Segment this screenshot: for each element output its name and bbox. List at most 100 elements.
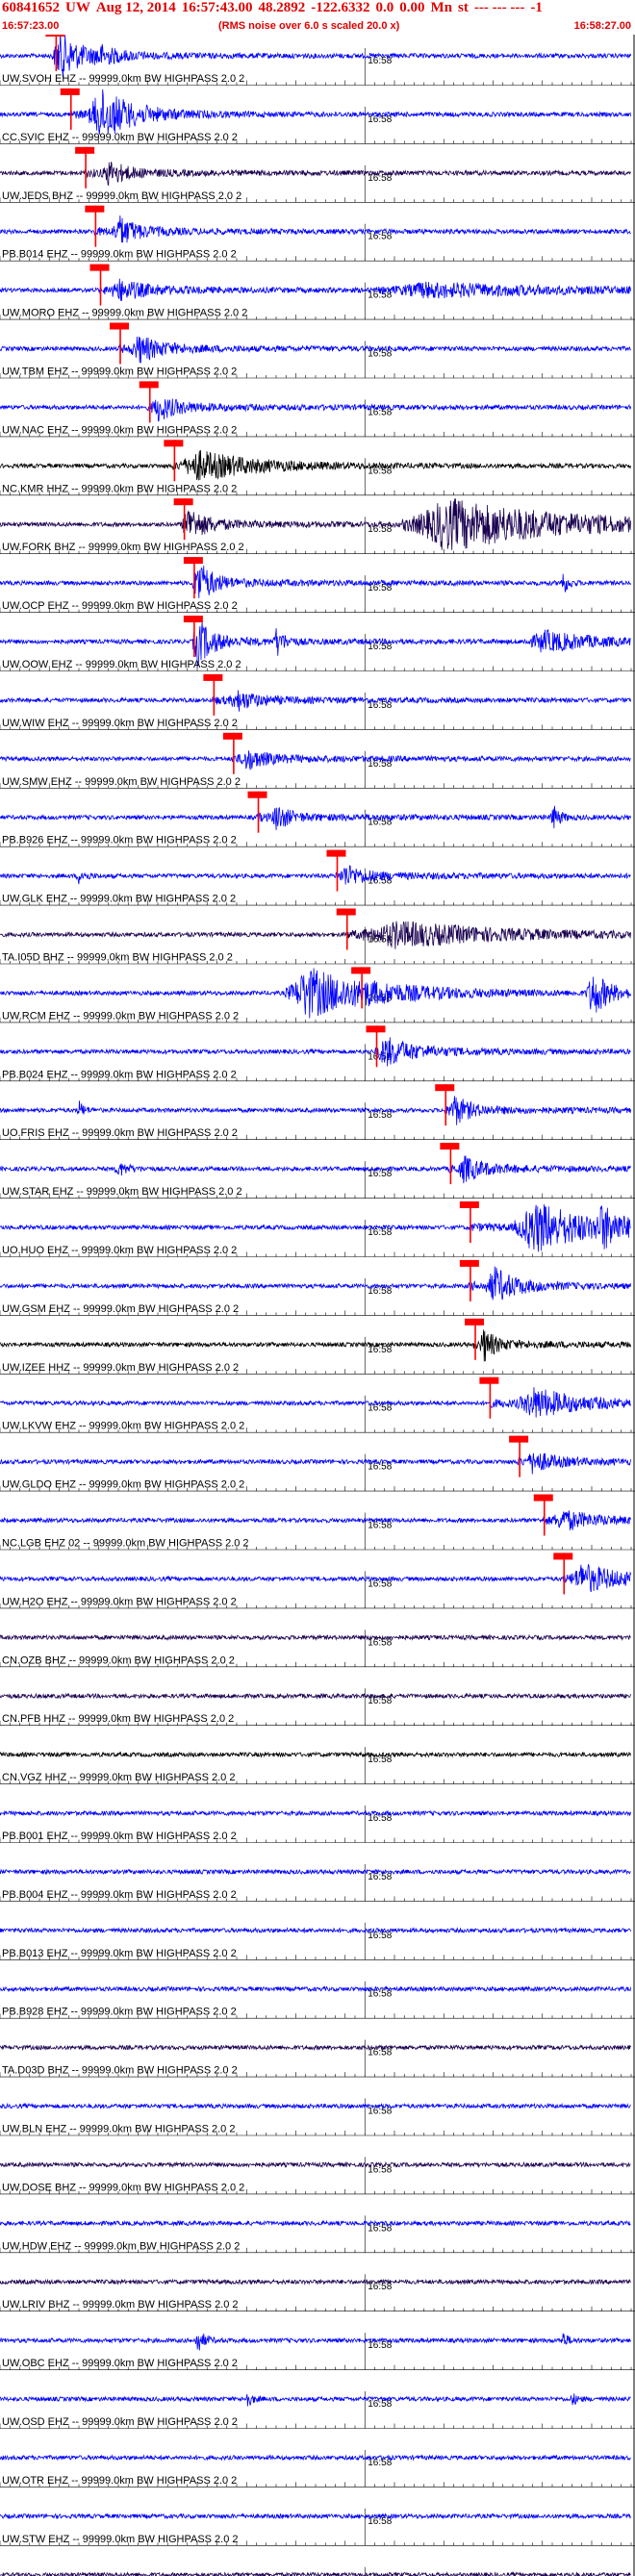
pick-flag <box>326 849 346 857</box>
event-depth: 0.0 <box>375 0 394 15</box>
waveform <box>0 35 631 79</box>
waveform <box>0 750 631 771</box>
time-range-line: 16:57:23.00 (RMS noise over 6.0 s scaled… <box>0 20 635 34</box>
trace-uw-izee-hhz: 16:58 UW.IZEE HHZ -- 99999.0km BW HIGHPAS… <box>0 1318 635 1375</box>
minute-label: 16:58 <box>368 1872 392 1882</box>
trace-uw-stw-ehz: 16:58UW.STW EHZ -- 99999.0km BW HIGHPASS… <box>0 2508 635 2546</box>
trace-uw-obc-ehz: 16:58UW.OBC EHZ -- 99999.0km BW HIGHPASS… <box>0 2333 635 2370</box>
waveform <box>0 1266 631 1301</box>
start-time: 16:57:23.00 <box>2 20 60 32</box>
trace-uw-dose-bhz: 16:58UW.DOSE BHZ -- 99999.0km BW HIGHPAS… <box>0 2157 635 2195</box>
pick-flag <box>435 1084 455 1092</box>
trace-uw-hdw-ehz: 16:58UW.HDW EHZ -- 99999.0km BW HIGHPASS… <box>0 2215 635 2254</box>
waveform <box>0 1809 631 1817</box>
trace-uw-h2o-ehz: 16:58 UW.H2O EHZ -- 99999.0km BW HIGHPASS… <box>0 1553 635 1609</box>
pick-flag <box>164 440 184 447</box>
minute-label: 16:58 <box>368 1227 392 1238</box>
pick-flag <box>203 673 223 681</box>
trace-cn-pfb-hhz: 16:58CN.PFB HHZ -- 99999.0km BW HIGHPASS… <box>0 1688 635 1726</box>
waveform <box>0 2043 631 2052</box>
channel-label: UW.FORK BHZ -- 99999.0km BW HIGHPASS 2.0… <box>2 542 244 553</box>
channel-label: UW.GLK EHZ -- 99999.0km BW HIGHPASS 2.0 … <box>2 894 236 905</box>
trace-uw-svoh-ehz: 16:58UW.SVOH EHZ -- 99999.0km BW HIGHPAS… <box>0 35 635 86</box>
trace-pb-b928-ehz: 16:58PB.B928 EHZ -- 99999.0km BW HIGHPAS… <box>0 1981 635 2019</box>
trace-uw-gldo-ehz: 16:58UW.GLDO EHZ -- 99999.0km BW HIGHPAS… <box>0 1435 635 1492</box>
trace-pb-b004-ehz: 16:58 PB.B004 EHZ -- 99999.0km BW HIGHPAS… <box>0 1863 635 1902</box>
waveform <box>0 2333 631 2351</box>
minute-label: 16:58 <box>368 1345 392 1355</box>
pick-flag <box>75 146 95 154</box>
waveform <box>0 1984 631 1993</box>
channel-label: TA.I05D BHZ -- 99999.0km BW HIGHPASS 2.0… <box>2 952 233 964</box>
event-id: 60841652 <box>2 0 60 15</box>
minute-label: 16:58 <box>368 114 392 125</box>
waveform <box>0 1751 631 1758</box>
trace-uw-rcm-ehz: 16:58UW.RCM EHZ -- 99999.0km BW HIGHPASS… <box>0 967 635 1023</box>
channel-label: UW.BLN EHZ -- 99999.0km BW HIGHPASS 2.0 … <box>2 2124 235 2135</box>
channel-label: UW.GSM EHZ -- 99999.0km BW HIGHPASS 2.0 … <box>2 1303 239 1315</box>
waveform <box>0 1452 631 1475</box>
channel-label: NC.KMR HHZ -- 99999.0km BW HIGHPASS 2.0 … <box>2 483 237 494</box>
waveform <box>0 1155 631 1184</box>
minute-label: 16:58 <box>368 173 392 184</box>
event-magnitude: 0.00 <box>399 0 425 15</box>
channel-label: UW.OSD EHZ -- 99999.0km BW HIGHPASS 2.0 … <box>2 2416 238 2428</box>
waveform <box>0 1927 631 1934</box>
trace-cc-svic-ehz: 16:58 CC.SVIC EHZ -- 99999.0km BW HIGHPAS… <box>0 88 635 144</box>
pick-flag <box>85 205 105 213</box>
waveform <box>0 449 631 481</box>
rms-note: (RMS noise over 6.0 s scaled 20.0 x) <box>218 20 400 32</box>
channel-label: NC.LGB EHZ 02 -- 99999.0km BW HIGHPASS 2… <box>2 1538 249 1550</box>
waveform <box>0 1329 631 1362</box>
trace-uw-oow-ehz: 16:58UW.OOW EHZ -- 99999.0km BW HIGHPASS… <box>0 616 635 671</box>
minute-label: 16:58 <box>368 2107 392 2117</box>
trace-uw-bln-ehz: 16:58 UW.BLN EHZ -- 99999.0km BW HIGHPASS… <box>0 2098 635 2136</box>
minute-label: 16:58 <box>368 1521 392 1531</box>
pick-flag <box>509 1435 529 1443</box>
channel-label: UW.LRIV BHZ -- 99999.0km BW HIGHPASS 2.0… <box>2 2299 239 2311</box>
pick-flag <box>553 1553 573 1560</box>
waveform <box>0 2570 631 2576</box>
trace-pb-b001-ehz: 16:58PB.B001 EHZ -- 99999.0km BW HIGHPAS… <box>0 1806 635 1843</box>
channel-label: UW.TBM EHZ -- 99999.0km BW HIGHPASS 2.0 … <box>2 366 237 378</box>
channel-label: UW.STW EHZ -- 99999.0km BW HIGHPASS 2.0 … <box>2 2534 239 2545</box>
trace-uw-ocp-ehz: 16:58UW.OCP EHZ -- 99999.0km BW HIGHPASS… <box>0 557 635 613</box>
event-time: 16:57:43.00 <box>181 0 253 15</box>
pick-flag <box>139 381 159 389</box>
channel-label: PB.B928 EHZ -- 99999.0km BW HIGHPASS 2.0… <box>2 2007 237 2018</box>
channel-label: UW.H2O EHZ -- 99999.0km BW HIGHPASS 2.0 … <box>2 1596 237 1607</box>
event-flags: --- --- --- <box>473 0 525 15</box>
waveform <box>0 2278 631 2286</box>
channel-label: UW.SVOH EHZ -- 99999.0km BW HIGHPASS 2.0… <box>2 73 244 85</box>
channel-label: UO.FRIS EHZ -- 99999.0km BW HIGHPASS 2.0… <box>2 1127 238 1139</box>
seismogram-plot: 16:58 UW.SVOH EHZ -- 99999.0km BW HIGHPAS… <box>0 35 635 2576</box>
pick-flag <box>465 1318 484 1326</box>
channel-label: UW.IZEE HHZ -- 99999.0km BW HIGHPASS 2.0… <box>2 1362 239 1374</box>
minute-label: 16:58 <box>368 407 392 417</box>
channel-label: UW.OOW EHZ -- 99999.0km BW HIGHPASS 2.0 … <box>2 659 241 670</box>
pick-flag <box>173 498 193 506</box>
channel-label: UW.SMW EHZ -- 99999.0km BW HIGHPASS 2.0 … <box>2 776 241 788</box>
magnitude-type: Mn <box>430 0 453 15</box>
channel-label: PB.B013 EHZ -- 99999.0km BW HIGHPASS 2.0… <box>2 1948 237 1959</box>
waveform <box>0 2102 631 2110</box>
pick-flag <box>45 35 65 37</box>
channel-label: TA.D03D BHZ -- 99999.0km BW HIGHPASS 2.0… <box>2 2065 238 2077</box>
channel-label: UO.HUO EHZ -- 99999.0km BW HIGHPASS 2.0 … <box>2 1245 237 1256</box>
channel-label: UW.GLDO EHZ -- 99999.0km BW HIGHPASS 2.0… <box>2 1479 244 1491</box>
trace-cn-vgz-hhz: 16:58CN.VGZ HHZ -- 99999.0km BW HIGHPASS… <box>0 1747 635 1784</box>
waveform <box>0 215 631 243</box>
network-code: UW <box>65 0 90 15</box>
pick-flag <box>110 322 129 330</box>
channel-label: CN.VGZ HHZ -- 99999.0km BW HIGHPASS 2.0 … <box>2 1772 235 1783</box>
channel-label: UW.OCP EHZ -- 99999.0km BW HIGHPASS 2.0 … <box>2 600 238 612</box>
waveform <box>0 1868 631 1876</box>
pick-flag <box>183 616 203 622</box>
trace-uw-moro-ehz: 16:58UW.MORO EHZ -- 99999.0km BW HIGHPAS… <box>0 264 635 320</box>
trace-uo-fris-ehz: 16:58UO.FRIS EHZ -- 99999.0km BW HIGHPAS… <box>0 1084 635 1140</box>
waveform <box>0 1387 631 1418</box>
waveform <box>0 690 631 712</box>
minute-label: 16:58 <box>368 2048 392 2058</box>
waveform <box>0 278 631 301</box>
pick-flag <box>459 1201 479 1208</box>
